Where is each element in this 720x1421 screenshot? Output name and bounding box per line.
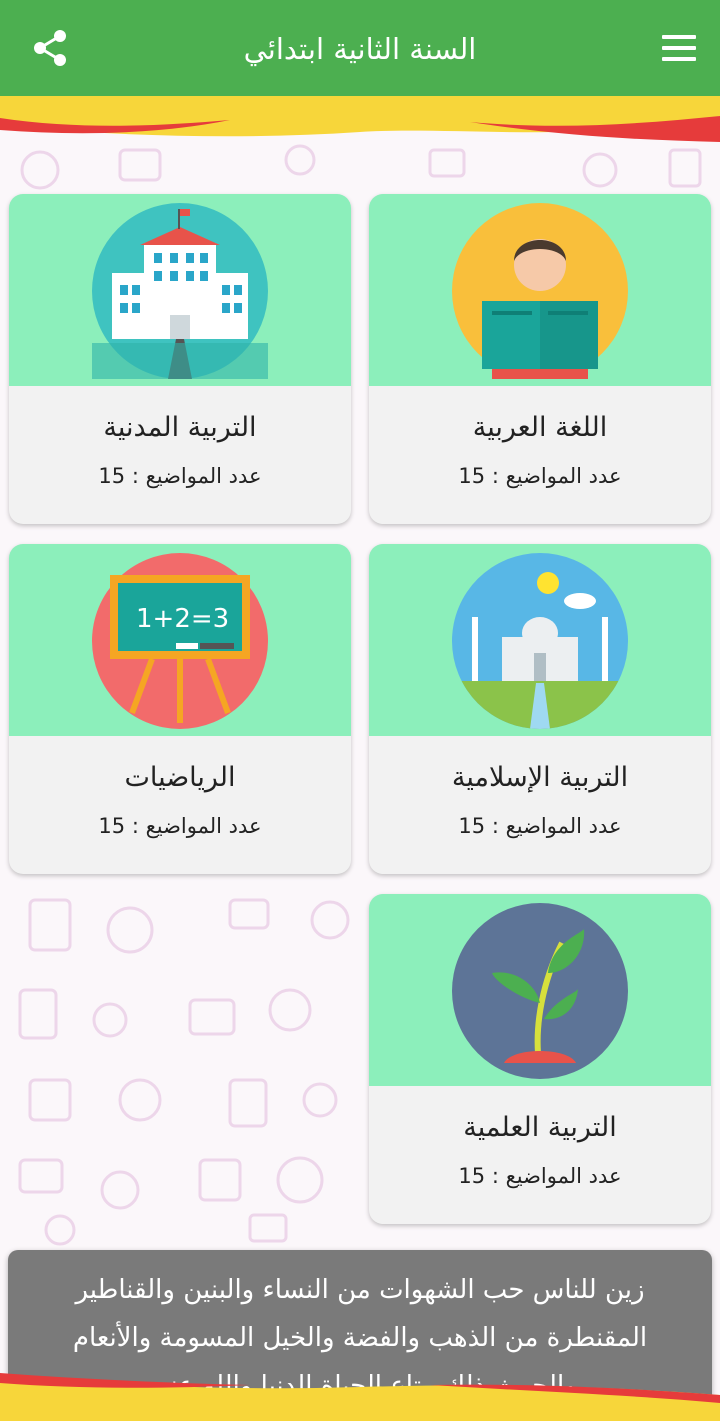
chalkboard-math-icon: 1+2=3 xyxy=(92,553,268,729)
subject-card-science[interactable]: التربية العلمية عدد المواضيع : 15 xyxy=(369,894,711,1224)
svg-text:1+2=3: 1+2=3 xyxy=(136,604,229,634)
share-icon[interactable] xyxy=(30,28,70,68)
school-building-icon xyxy=(92,203,268,379)
subject-card-math[interactable]: 1+2=3 الرياضيات عدد المواضيع : 15 xyxy=(9,544,351,874)
subject-topic-count: عدد المواضيع : 15 xyxy=(458,1164,622,1188)
subject-topic-count: عدد المواضيع : 15 xyxy=(458,464,622,488)
menu-icon[interactable] xyxy=(662,32,696,64)
subject-card-civic[interactable]: التربية المدنية عدد المواضيع : 15 xyxy=(9,194,351,524)
page-title: السنة الثانية ابتدائي xyxy=(243,31,477,66)
subject-topic-count: عدد المواضيع : 15 xyxy=(98,464,262,488)
subject-name: التربية العلمية xyxy=(463,1112,617,1143)
top-wave-decoration xyxy=(0,96,720,142)
subject-name: التربية الإسلامية xyxy=(451,762,629,793)
subject-name: التربية المدنية xyxy=(103,412,257,443)
plant-icon xyxy=(452,903,628,1079)
app-bar: السنة الثانية ابتدائي xyxy=(0,0,720,97)
subject-name: الرياضيات xyxy=(124,762,236,793)
bottom-wave-decoration xyxy=(0,1373,720,1421)
reading-student-icon xyxy=(452,203,628,379)
mosque-icon xyxy=(452,553,628,729)
subject-topic-count: عدد المواضيع : 15 xyxy=(98,814,262,838)
subject-topic-count: عدد المواضيع : 15 xyxy=(458,814,622,838)
subject-name: اللغة العربية xyxy=(472,412,608,443)
subject-card-arabic[interactable]: اللغة العربية عدد المواضيع : 15 xyxy=(369,194,711,524)
subject-card-islamic[interactable]: التربية الإسلامية عدد المواضيع : 15 xyxy=(369,544,711,874)
